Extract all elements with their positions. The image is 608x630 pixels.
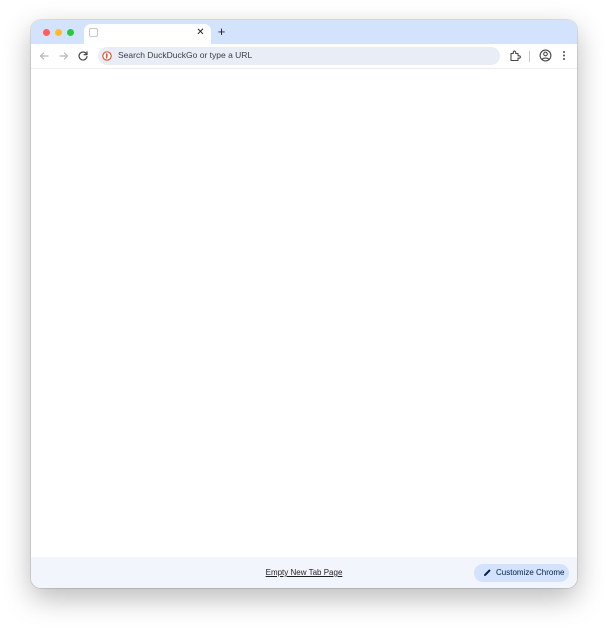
- profile-account-icon[interactable]: [538, 48, 553, 63]
- new-tab-button[interactable]: +: [215, 25, 228, 39]
- tab-new-tab[interactable]: ✕: [84, 24, 211, 44]
- toolbar-divider: [529, 51, 530, 62]
- kebab-menu-icon[interactable]: [559, 48, 569, 63]
- pencil-icon: [484, 569, 491, 576]
- browser-window: ✕ + Search DuckDuckGo or type a URL Empt…: [31, 20, 577, 588]
- forward-icon[interactable]: [57, 49, 71, 63]
- reload-icon[interactable]: [76, 49, 90, 63]
- window-close-button[interactable]: [43, 29, 50, 36]
- window-maximize-button[interactable]: [67, 29, 74, 36]
- omnibox-placeholder: Search DuckDuckGo or type a URL: [118, 50, 253, 60]
- tab-close-icon[interactable]: ✕: [195, 27, 206, 38]
- new-tab-footer: Empty New Tab Page Customize Chrome: [31, 557, 577, 588]
- customize-chrome-label: Customize Chrome: [496, 568, 565, 577]
- extensions-puzzle-icon[interactable]: [508, 48, 523, 63]
- blank-page-icon: [89, 28, 98, 37]
- back-icon[interactable]: [37, 49, 51, 63]
- customize-chrome-button[interactable]: Customize Chrome: [474, 564, 569, 582]
- new-tab-page-content: [31, 69, 577, 557]
- duckduckgo-icon: [102, 51, 112, 61]
- empty-new-tab-page-link[interactable]: Empty New Tab Page: [266, 568, 343, 577]
- omnibox[interactable]: Search DuckDuckGo or type a URL: [98, 47, 500, 65]
- toolbar: Search DuckDuckGo or type a URL: [31, 44, 577, 69]
- window-minimize-button[interactable]: [55, 29, 62, 36]
- tab-strip: ✕ +: [31, 20, 577, 44]
